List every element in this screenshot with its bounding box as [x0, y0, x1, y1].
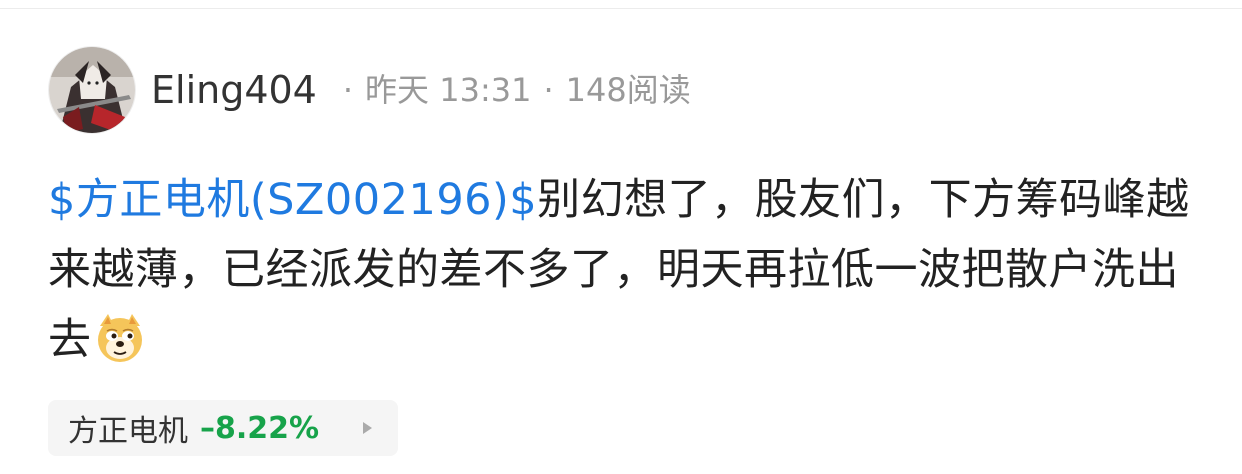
post-date: 昨天 13:31 [365, 71, 532, 109]
meta-separator: · [342, 71, 354, 109]
post-content: $方正电机(SZ002196)$别幻想了，股友们，下方筹码峰越来越薄，已经派发的… [48, 165, 1198, 375]
meta-separator: · [543, 71, 554, 109]
play-arrow-icon [363, 422, 372, 434]
author-name[interactable]: Eling404 [151, 71, 317, 109]
user-avatar-icon [49, 47, 135, 133]
post-card: Eling404 · 昨天 13:31 · 148阅读 $方正电机(SZ0021… [0, 0, 1242, 474]
top-divider [0, 8, 1242, 9]
stock-quote-chip[interactable]: 方正电机 –8.22% [48, 400, 398, 456]
stock-change-percent: –8.22% [200, 410, 320, 446]
stock-tag-link[interactable]: $方正电机(SZ002196)$ [48, 175, 537, 225]
read-count: 148阅读 [565, 71, 691, 109]
avatar[interactable] [48, 46, 136, 134]
stock-name: 方正电机 [68, 414, 188, 449]
post-header: Eling404 · 昨天 13:31 · 148阅读 [48, 46, 691, 134]
doge-emoji-icon [94, 312, 146, 364]
post-meta: · 昨天 13:31 · 148阅读 [331, 74, 691, 106]
